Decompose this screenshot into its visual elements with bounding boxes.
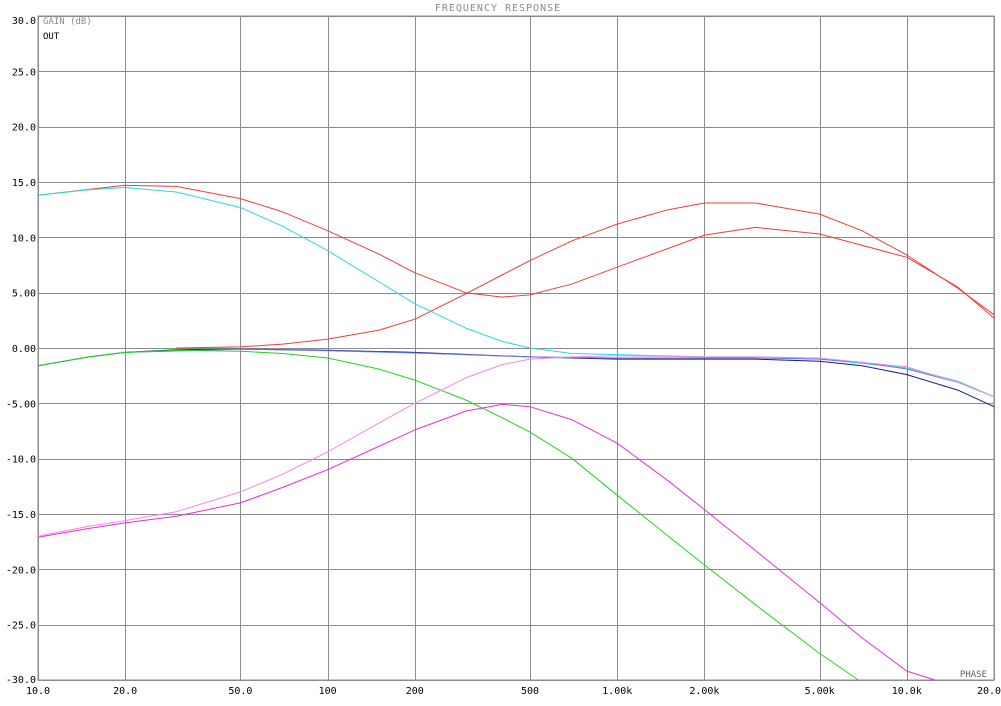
y-tick-labels: 30.0 25.0 20.0 15.0 10.0 5.00 0.00 -5.00 -10.0 -1… [6,16,36,686]
y-tick-label: 10.0 [12,233,36,244]
y-tick-label: 30.0 [12,16,36,27]
y-tick-label: -10.0 [6,455,36,466]
chart-svg: 30.0 25.0 20.0 15.0 10.0 5.00 0.00 -5.00 -10.0 -1… [6,1,1001,697]
y-tick-label: 15.0 [12,178,36,189]
x-tick-label: 50.0 [228,686,252,697]
x-tick-label: 5.00k [805,686,835,697]
x-tick-label: 200 [406,686,424,697]
y-tick-label: -30.0 [6,675,36,686]
chart-title: FREQUENCY RESPONSE [435,3,561,14]
y-tick-label: -20.0 [6,565,36,576]
frequency-response-chart: 30.0 25.0 20.0 15.0 10.0 5.00 0.00 -5.00 -10.0 -1… [0,0,1001,701]
y-tick-label: 20.0 [12,123,36,134]
x-tick-label: 10.0k [892,686,922,697]
x-tick-label: 1.00k [602,686,632,697]
y-tick-label: -25.0 [6,621,36,632]
trace-label: OUT [43,32,60,42]
y-tick-label: 0.00 [12,344,36,355]
x-tick-label: 500 [521,686,539,697]
x-tick-label: 2.00k [689,686,719,697]
y-tick-label: 25.0 [12,67,36,78]
y-tick-label: -5.00 [6,399,36,410]
phase-label: PHASE [960,670,987,680]
x-tick-label: 10.0 [26,686,50,697]
x-tick-label: 20.0 [113,686,137,697]
x-tick-label: 20.0k [977,686,1001,697]
y-tick-label: -15.0 [6,510,36,521]
y-axis-label: GAIN (dB) [43,17,92,27]
y-tick-label: 5.00 [12,289,36,300]
x-tick-labels: 10.0 20.0 50.0 100 200 500 1.00k 2.00k 5.00k 10.0… [26,686,1001,697]
x-tick-label: 100 [319,686,337,697]
